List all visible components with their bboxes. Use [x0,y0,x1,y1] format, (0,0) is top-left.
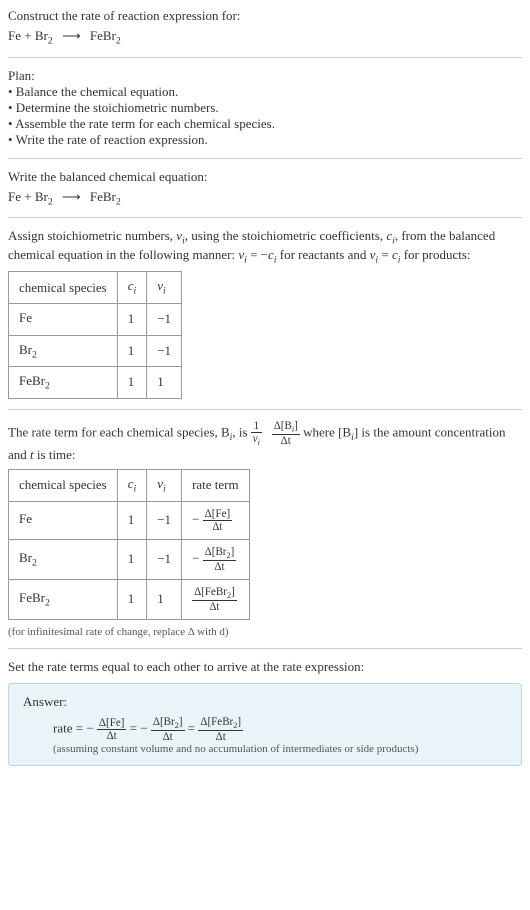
answer-note: (assuming constant volume and no accumul… [53,743,507,755]
stoich-table: chemical species ci νi Fe 1 −1 Br2 1 −1 … [8,271,182,398]
table-row: FeBr2 1 1 Δ[FeBr2] Δt [9,579,250,619]
plan-item: • Write the rate of reaction expression. [8,132,522,148]
divider [8,648,522,649]
plan-item: • Assemble the rate term for each chemic… [8,116,522,132]
fraction: Δ[FeBr2] Δt [198,716,243,743]
fraction: Δ[Bi] Δt [272,420,300,447]
answer-label: Answer: [23,694,507,710]
table-row: FeBr2 1 1 [9,367,182,399]
col-nu: νi [147,272,182,304]
divider [8,409,522,410]
fraction: 1 νi [251,420,262,447]
col-species: chemical species [9,272,118,304]
arrow-icon: ⟶ [62,189,81,204]
fraction: Δ[Fe] Δt [97,717,127,742]
answer-expression: rate = − Δ[Fe] Δt = − Δ[Br2] Δt = Δ[FeBr… [53,716,507,743]
stoich-section: Assign stoichiometric numbers, νi, using… [8,228,522,399]
divider [8,217,522,218]
arrow-icon: ⟶ [62,28,81,43]
fraction: Δ[FeBr2] Δt [192,586,237,613]
infinitesimal-note: (for infinitesimal rate of change, repla… [8,626,522,638]
fraction: Δ[Br2] Δt [203,546,237,573]
table-row: Br2 1 −1 [9,335,182,367]
answer-box: Answer: rate = − Δ[Fe] Δt = − Δ[Br2] Δt … [8,683,522,766]
table-header-row: chemical species ci νi rate term [9,469,250,501]
prompt-line1: Construct the rate of reaction expressio… [8,8,522,24]
plan-heading: Plan: [8,68,522,84]
rateterm-section: The rate term for each chemical species,… [8,420,522,638]
table-row: Fe 1 −1 − Δ[Fe] Δt [9,501,250,539]
divider [8,57,522,58]
final-section: Set the rate terms equal to each other t… [8,659,522,675]
plan-item: • Balance the chemical equation. [8,84,522,100]
fraction: Δ[Fe] Δt [203,508,233,533]
table-row: Fe 1 −1 [9,303,182,335]
col-c: ci [117,272,147,304]
col-rateterm: rate term [182,469,250,501]
plan-section: Plan: • Balance the chemical equation. •… [8,68,522,148]
balanced-equation: Fe + Br2 ⟶ FeBr2 [8,189,522,208]
fraction: Δ[Br2] Δt [151,716,185,743]
balanced-heading: Write the balanced chemical equation: [8,169,522,185]
rateterm-table: chemical species ci νi rate term Fe 1 −1… [8,469,250,620]
plan-item: • Determine the stoichiometric numbers. [8,100,522,116]
col-species: chemical species [9,469,118,501]
divider [8,158,522,159]
table-row: Br2 1 −1 − Δ[Br2] Δt [9,539,250,579]
table-header-row: chemical species ci νi [9,272,182,304]
col-nu: νi [147,469,182,501]
unbalanced-equation: Fe + Br2 ⟶ FeBr2 [8,28,522,47]
col-c: ci [117,469,147,501]
final-heading: Set the rate terms equal to each other t… [8,659,522,675]
balanced-section: Write the balanced chemical equation: Fe… [8,169,522,208]
eq-rhs: FeBr2 [90,28,121,43]
eq-lhs: Fe + Br2 [8,28,53,43]
prompt-section: Construct the rate of reaction expressio… [8,8,522,47]
